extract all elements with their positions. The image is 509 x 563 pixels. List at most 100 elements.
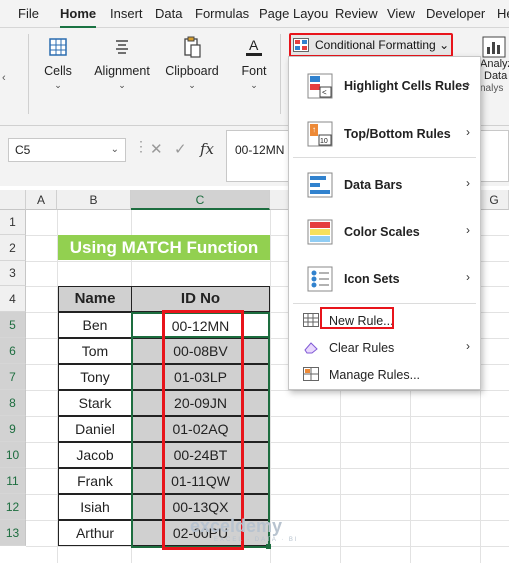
alignment-group-button[interactable]: Alignment ⌄ <box>90 36 154 91</box>
conditional-formatting-icon <box>293 38 309 52</box>
row-header-1[interactable]: 1 <box>0 210 26 235</box>
analysis-group-label: nalys <box>480 83 504 94</box>
tab-home[interactable]: Home <box>60 6 97 29</box>
id-cell-active[interactable]: 00-12MN <box>131 312 270 338</box>
row-header-11[interactable]: 11 <box>0 468 26 494</box>
tab-formulas[interactable]: Formulas <box>195 6 249 21</box>
name-cell[interactable]: Ben <box>58 312 132 338</box>
column-header-b[interactable]: B <box>57 190 131 210</box>
tab-insert[interactable]: Insert <box>110 6 143 21</box>
tab-help[interactable]: He <box>497 6 509 21</box>
svg-text:10: 10 <box>320 138 328 145</box>
row-header-13[interactable]: 13 <box>0 520 26 546</box>
chevron-down-icon: ⌄ <box>118 80 126 90</box>
tab-view[interactable]: View <box>387 6 415 21</box>
tab-page-layout[interactable]: Page Layou <box>259 6 328 21</box>
row-header-4[interactable]: 4 <box>0 286 26 312</box>
row-header-9[interactable]: 9 <box>0 416 26 442</box>
row-header-10[interactable]: 10 <box>0 442 26 468</box>
sheet-title-cell[interactable]: Using MATCH Function <box>58 235 270 260</box>
header-id-cell[interactable]: ID No <box>131 286 270 312</box>
icon-sets-icon <box>307 266 333 292</box>
highlight-cells-rules-icon: < <box>307 73 333 99</box>
name-cell[interactable]: Arthur <box>58 520 132 546</box>
name-cell[interactable]: Tom <box>58 338 132 364</box>
chevron-right-icon: › <box>466 77 470 91</box>
id-cell[interactable]: 01-11QW <box>131 468 270 494</box>
new-rule-icon <box>303 313 319 327</box>
font-group-button[interactable]: A Font ⌄ <box>236 36 272 91</box>
cells-icon <box>49 38 67 56</box>
conditional-formatting-menu: < Highlight Cells Rules › ↑ 10 Top/Botto… <box>288 56 481 390</box>
row-header-7[interactable]: 7 <box>0 364 26 390</box>
tab-review[interactable]: Review <box>335 6 378 21</box>
alignment-label: Alignment <box>94 64 150 78</box>
menu-item-clear-rules[interactable]: Clear Rules › <box>289 337 480 359</box>
tab-developer[interactable]: Developer <box>426 6 485 21</box>
menu-divider <box>293 157 476 158</box>
id-cell[interactable]: 00-08BV <box>131 338 270 364</box>
menu-item-top-bottom-rules[interactable]: ↑ 10 Top/Bottom Rules › <box>289 117 480 151</box>
clipboard-icon <box>184 36 201 58</box>
id-cell[interactable]: 00-24BT <box>131 442 270 468</box>
enter-icon[interactable]: ✓ <box>174 140 187 158</box>
row-header-6[interactable]: 6 <box>0 338 26 364</box>
clear-rules-label: Clear Rules <box>329 341 395 355</box>
column-header-c[interactable]: C <box>131 190 270 210</box>
data-bars-label: Data Bars <box>344 178 403 192</box>
name-cell[interactable]: Tony <box>58 364 132 390</box>
chevron-down-icon: ⌄ <box>439 38 450 52</box>
name-cell[interactable]: Stark <box>58 390 132 416</box>
menu-item-manage-rules[interactable]: Manage Rules... <box>289 364 480 386</box>
svg-text:<: < <box>322 88 327 97</box>
icon-sets-label: Icon Sets <box>344 272 400 286</box>
id-cell[interactable]: 01-02AQ <box>131 416 270 442</box>
eraser-icon <box>304 342 318 354</box>
conditional-formatting-button[interactable]: Conditional Formatting ⌄ <box>289 33 453 57</box>
menu-item-icon-sets[interactable]: Icon Sets › <box>289 262 480 296</box>
name-cell[interactable]: Frank <box>58 468 132 494</box>
name-box-value: C5 <box>15 143 31 157</box>
name-cell[interactable]: Daniel <box>58 416 132 442</box>
conditional-formatting-label: Conditional Formatting ⌄ <box>315 38 450 52</box>
chevron-down-icon: ⌄ <box>54 80 62 90</box>
select-all-corner[interactable] <box>0 190 26 210</box>
row-header-3[interactable]: 3 <box>0 261 26 286</box>
row-header-5[interactable]: 5 <box>0 312 26 338</box>
chevron-down-icon: ⌄ <box>250 80 258 90</box>
insert-function-icon[interactable]: fx <box>200 140 214 158</box>
name-box[interactable]: C5 ⌄ <box>8 138 126 162</box>
cells-group-button[interactable]: Cells ⌄ <box>38 36 78 91</box>
menu-tab-bar: File Home Insert Data Formulas Page Layo… <box>0 0 509 29</box>
menu-item-highlight-cells-rules[interactable]: < Highlight Cells Rules › <box>289 69 480 103</box>
formula-buttons: ✕ ✓ fx <box>144 138 220 162</box>
row-header-12[interactable]: 12 <box>0 494 26 520</box>
name-cell[interactable]: Jacob <box>58 442 132 468</box>
header-name-cell[interactable]: Name <box>58 286 132 312</box>
chevron-down-icon[interactable]: ⌄ <box>111 144 119 155</box>
chevron-right-icon: › <box>466 176 470 190</box>
svg-text:A: A <box>249 37 259 53</box>
id-cell[interactable]: 20-09JN <box>131 390 270 416</box>
clipboard-label: Clipboard <box>165 64 219 78</box>
color-scales-icon <box>307 219 333 245</box>
tab-file[interactable]: File <box>18 6 39 21</box>
menu-item-data-bars[interactable]: Data Bars › <box>289 168 480 202</box>
name-cell[interactable]: Isiah <box>58 494 132 520</box>
row-header-8[interactable]: 8 <box>0 390 26 416</box>
fill-handle[interactable] <box>266 544 271 549</box>
ribbon-scroll-left-icon[interactable]: ‹ <box>2 72 6 84</box>
clipboard-group-button[interactable]: Clipboard ⌄ <box>162 36 222 91</box>
analyze-data-button[interactable]: Analyz Data nalys <box>480 36 509 94</box>
column-header-g[interactable]: G <box>480 190 509 210</box>
id-cell[interactable]: 01-03LP <box>131 364 270 390</box>
row-header-2[interactable]: 2 <box>0 235 26 261</box>
cancel-icon[interactable]: ✕ <box>150 140 163 158</box>
column-header-a[interactable]: A <box>26 190 57 210</box>
tab-data[interactable]: Data <box>155 6 182 21</box>
menu-item-color-scales[interactable]: Color Scales › <box>289 215 480 249</box>
chevron-right-icon: › <box>466 223 470 237</box>
highlight-cells-rules-label: Highlight Cells Rules <box>344 79 470 93</box>
ribbon-separator <box>280 34 281 114</box>
data-bars-icon <box>307 172 333 198</box>
